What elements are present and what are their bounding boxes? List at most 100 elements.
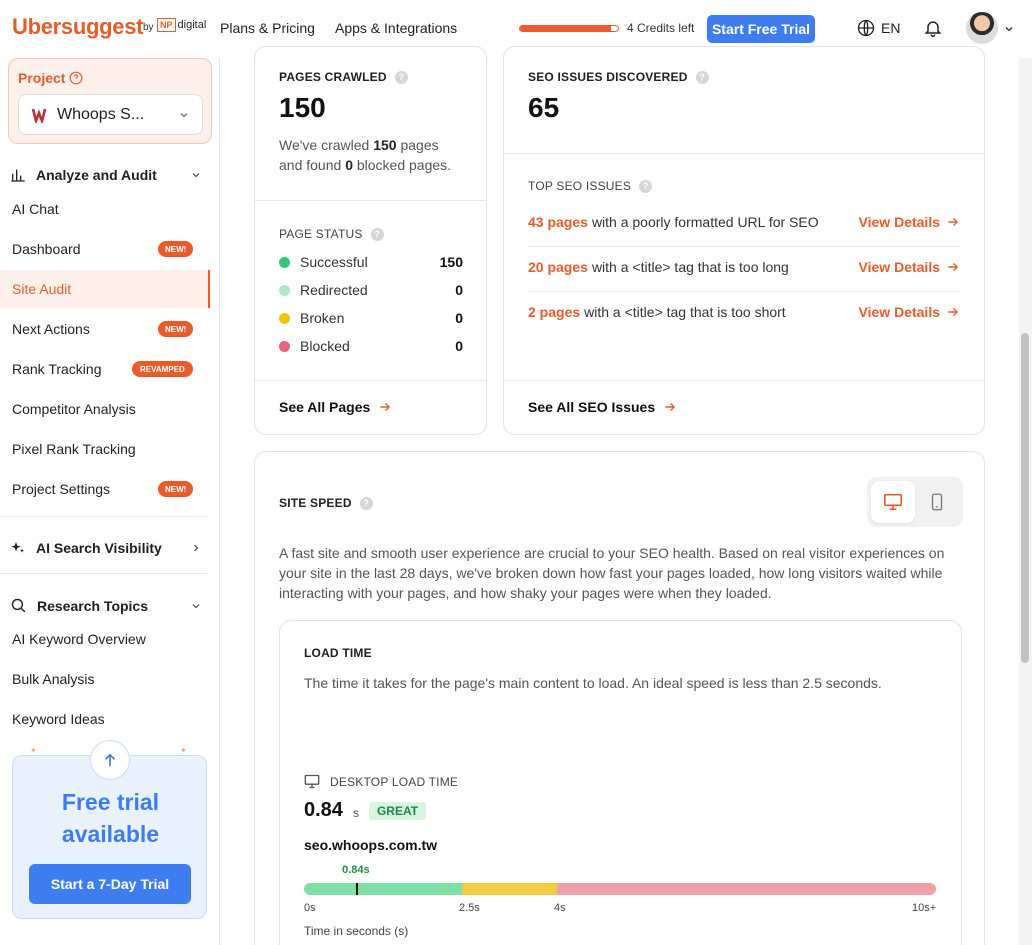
load-time-value-row: 0.84 s GREAT — [304, 799, 427, 822]
load-time-marker-label: 0.84s — [342, 864, 370, 876]
sidebar-item-keyword-ideas[interactable]: Keyword Ideas — [0, 700, 210, 738]
desktop-toggle-button[interactable] — [871, 481, 915, 523]
issue-text: with a poorly formatted URL for SEO — [591, 214, 819, 230]
sidebar-item-project-settings[interactable]: Project Settings NEW! — [0, 470, 210, 508]
load-time-bar-good-segment — [304, 883, 462, 895]
seo-issue-row: 43 pages with a poorly formatted URL for… — [528, 214, 960, 230]
pages-crawled-value: 150 — [279, 92, 326, 123]
load-time-unit: s — [352, 805, 359, 820]
sidebar-item-pixel-rank-tracking[interactable]: Pixel Rank Tracking — [0, 430, 210, 468]
seo-issue-row: 2 pages with a <title> tag that is too s… — [528, 304, 960, 320]
status-label: Blocked — [300, 338, 350, 354]
start-free-trial-button[interactable]: Start Free Trial — [707, 15, 815, 43]
desktop-load-time-label: DESKTOP LOAD TIME — [304, 774, 458, 789]
status-row-broken: Broken 0 — [279, 310, 463, 326]
ubersuggest-logo[interactable]: Ubersuggest — [12, 14, 143, 40]
status-dot — [279, 256, 290, 268]
section-ai-search-visibility[interactable]: AI Search Visibility — [10, 540, 202, 556]
project-panel: Project Whoops S... — [8, 58, 212, 144]
help-icon[interactable]: ? — [370, 227, 384, 241]
section-research-topics[interactable]: Research Topics — [10, 597, 202, 614]
sidebar-item-rank-tracking[interactable]: Rank Tracking REVAMPED — [0, 350, 210, 388]
view-details-link[interactable]: View Details — [859, 259, 960, 275]
help-icon[interactable]: ? — [695, 70, 709, 84]
help-icon[interactable]: ? — [359, 496, 373, 510]
project-select[interactable]: Whoops S... — [18, 94, 203, 135]
help-circle-icon[interactable] — [69, 71, 83, 85]
issue-count[interactable]: 20 pages — [528, 259, 588, 275]
pages-crawled-card: PAGES CRAWLED ? 150 We've crawled 150 pa… — [254, 46, 487, 435]
sparkle-icon: ✦ — [30, 746, 37, 755]
desc-text: We've crawled — [279, 137, 370, 153]
project-name: Whoops S... — [57, 105, 145, 123]
page-status-title-text: PAGE STATUS — [279, 227, 363, 241]
desc-blocked-count: 0 — [345, 157, 353, 173]
card-divider — [504, 380, 984, 381]
help-icon[interactable]: ? — [639, 179, 653, 193]
top-seo-issues-title: TOP SEO ISSUES ? — [528, 179, 653, 193]
sidebar-item-bulk-analysis[interactable]: Bulk Analysis — [0, 660, 210, 698]
row-divider — [528, 246, 960, 247]
load-time-title: LOAD TIME — [304, 646, 372, 660]
nav-plans-pricing[interactable]: Plans & Pricing — [220, 20, 315, 36]
section-analyze-and-audit[interactable]: Analyze and Audit — [10, 167, 202, 183]
scroll-up-button[interactable] — [90, 740, 130, 780]
load-time-card: LOAD TIME The time it takes for the page… — [279, 620, 962, 945]
see-all-pages-link[interactable]: See All Pages — [279, 399, 392, 415]
new-badge: NEW! — [158, 321, 194, 337]
sidebar-item-ai-chat[interactable]: AI Chat — [0, 190, 210, 228]
sidebar-item-label: Dashboard — [12, 241, 81, 257]
sidebar-item-site-audit[interactable]: Site Audit — [0, 270, 210, 308]
start-7-day-trial-button[interactable]: Start a 7-Day Trial — [29, 864, 191, 904]
free-trial-title: Free trial available — [13, 786, 208, 850]
arrow-up-icon — [104, 753, 116, 766]
axis-tick-label: 2.5s — [459, 902, 480, 914]
status-dot — [279, 340, 290, 352]
issue-count[interactable]: 2 pages — [528, 304, 580, 320]
desc-pages-count: 150 — [373, 137, 397, 153]
page-status-title: PAGE STATUS ? — [279, 227, 384, 241]
status-value: 150 — [439, 254, 463, 270]
sidebar-item-dashboard[interactable]: Dashboard NEW! — [0, 230, 210, 268]
pages-crawled-description: We've crawled 150 pages and found 0 bloc… — [279, 135, 469, 175]
vertical-scrollbar[interactable] — [1019, 58, 1032, 945]
help-icon[interactable]: ? — [394, 70, 408, 84]
desc-text: pages — [400, 137, 439, 153]
sidebar-item-label: Next Actions — [12, 321, 90, 337]
seo-issue-row: 20 pages with a <title> tag that is too … — [528, 259, 960, 275]
view-details-link[interactable]: View Details — [859, 214, 960, 230]
status-dot — [279, 284, 290, 296]
nav-apps-integrations[interactable]: Apps & Integrations — [335, 20, 457, 36]
scrollbar-thumb[interactable] — [1021, 333, 1029, 663]
sidebar-item-label: Pixel Rank Tracking — [12, 441, 136, 457]
chevron-down-icon — [180, 112, 188, 117]
see-all-seo-issues-link[interactable]: See All SEO Issues — [528, 399, 677, 415]
desktop-load-time-label-text: DESKTOP LOAD TIME — [330, 774, 459, 789]
chevron-down-icon — [192, 603, 200, 608]
status-value: 0 — [455, 338, 463, 354]
arrow-right-icon — [665, 403, 676, 411]
status-label: Broken — [300, 310, 345, 326]
sidebar-item-competitor-analysis[interactable]: Competitor Analysis — [0, 390, 210, 428]
top-seo-issues-title-text: TOP SEO ISSUES — [528, 179, 632, 193]
language-selector[interactable]: EN — [857, 19, 900, 37]
desktop-icon — [884, 493, 902, 511]
axis-tick-label: 10s+ — [912, 902, 937, 914]
revamped-badge: REVAMPED — [132, 361, 193, 377]
notifications-bell-icon[interactable] — [923, 18, 943, 43]
seo-issues-value: 65 — [528, 92, 560, 123]
section-label: AI Search Visibility — [36, 540, 162, 556]
globe-icon — [857, 19, 875, 37]
axis-tick-label: 0s — [304, 902, 316, 914]
view-details-link[interactable]: View Details — [859, 304, 960, 320]
sidebar-item-next-actions[interactable]: Next Actions NEW! — [0, 310, 210, 348]
sidebar-item-ai-keyword-overview[interactable]: AI Keyword Overview — [0, 620, 210, 658]
user-avatar[interactable] — [966, 12, 998, 44]
mobile-toggle-button[interactable] — [915, 481, 959, 523]
credits-left-text: 4 Credits left — [627, 21, 695, 35]
chevron-down-icon[interactable] — [1003, 22, 1015, 40]
status-label: Redirected — [300, 282, 368, 298]
np-digital-logo: NP digital — [157, 18, 206, 32]
sidebar-item-label: Competitor Analysis — [12, 401, 136, 417]
issue-count[interactable]: 43 pages — [528, 214, 588, 230]
